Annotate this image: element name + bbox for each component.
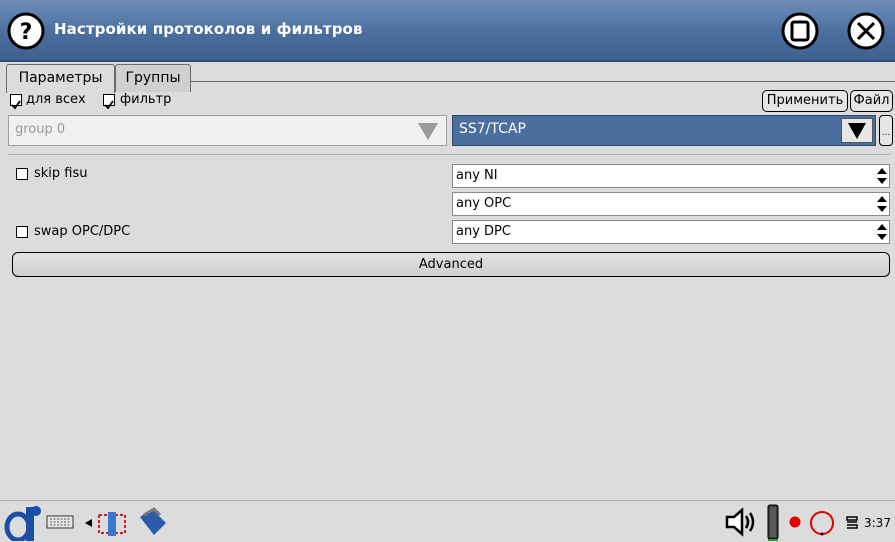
opc-field-value: any OPC — [456, 196, 512, 211]
for-all-checkbox[interactable] — [10, 94, 22, 110]
advanced-button[interactable]: Advanced — [12, 252, 890, 277]
clock: 3:37 — [864, 516, 891, 530]
title-bar: ? Настройки протоколов и фильтров — [0, 0, 895, 62]
checkmark-icon — [11, 100, 21, 110]
question-circle-icon[interactable]: ? — [6, 11, 46, 51]
speaker-icon[interactable] — [724, 507, 758, 537]
opc-field[interactable]: any OPC — [452, 192, 890, 216]
dpc-field[interactable]: any DPC — [452, 220, 890, 244]
apply-button[interactable]: Применить — [762, 90, 848, 112]
checkmark-icon — [104, 100, 114, 110]
arrow-left-icon[interactable] — [85, 519, 93, 527]
for-all-label: для всех — [26, 92, 86, 107]
record-dot-icon[interactable] — [789, 516, 801, 528]
window-title: Настройки протоколов и фильтров — [54, 20, 363, 38]
dpc-field-value: any DPC — [456, 224, 511, 239]
swap-opc-dpc-checkbox[interactable] — [16, 226, 28, 238]
group-select-value: group 0 — [15, 122, 66, 137]
network-icon[interactable] — [95, 509, 129, 539]
battery-icon — [767, 504, 779, 541]
tab-divider — [191, 81, 895, 82]
ni-field-value: any NI — [456, 168, 498, 183]
swap-opc-dpc-label: swap OPC/DPC — [34, 224, 131, 239]
menu-icon[interactable] — [846, 516, 858, 529]
skip-fisu-label: skip fisu — [34, 166, 88, 181]
ni-field[interactable]: any NI — [452, 164, 890, 188]
spinner-arrows-icon[interactable] — [877, 224, 887, 240]
circle-icon[interactable] — [809, 510, 835, 536]
separator — [8, 154, 890, 155]
stop-square-icon[interactable] — [780, 11, 820, 51]
close-circle-icon[interactable] — [846, 11, 886, 51]
group-select[interactable]: group 0 — [8, 115, 447, 146]
tab-bar: Группы Параметры — [0, 62, 895, 93]
file-button[interactable]: Файл — [850, 90, 893, 112]
start-icon[interactable] — [4, 505, 44, 541]
protocol-select[interactable]: SS7/TCAP — [452, 115, 876, 146]
chevron-down-icon — [418, 123, 438, 140]
keyboard-icon[interactable] — [46, 515, 74, 529]
spinner-arrows-icon[interactable] — [877, 196, 887, 212]
more-button[interactable]: ... — [879, 115, 893, 146]
filter-checkbox[interactable] — [103, 94, 115, 110]
tab-parameters[interactable]: Параметры — [6, 64, 115, 93]
skip-fisu-checkbox[interactable] — [16, 168, 28, 180]
svg-text:?: ? — [20, 20, 33, 45]
chevron-down-icon — [848, 123, 866, 139]
filter-label: фильтр — [120, 92, 172, 107]
tab-groups[interactable]: Группы — [115, 64, 191, 92]
phone-icon[interactable] — [136, 505, 168, 539]
spinner-arrows-icon[interactable] — [877, 168, 887, 184]
protocol-dropdown-button[interactable] — [841, 118, 873, 143]
protocol-select-value: SS7/TCAP — [459, 121, 526, 137]
taskbar — [0, 500, 895, 542]
